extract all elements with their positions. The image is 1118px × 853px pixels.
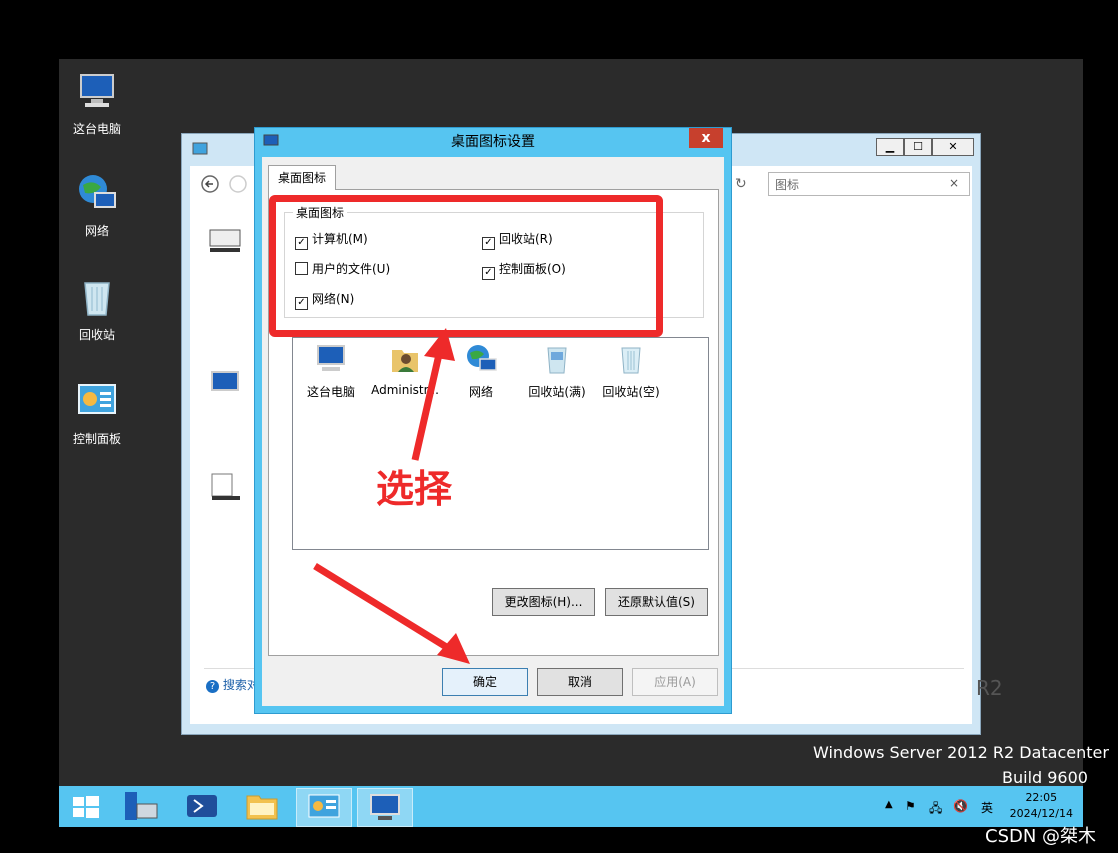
- taskbar-desktop-icon-settings[interactable]: [357, 788, 413, 827]
- recycle-bin-empty-icon: [621, 347, 641, 374]
- desktop-icon-recycle-bin[interactable]: 回收站: [65, 275, 129, 343]
- r2-text-fragment: R2: [976, 676, 1003, 700]
- recycle-bin-full-icon: [547, 347, 567, 374]
- taskbar-powershell[interactable]: [175, 788, 229, 825]
- search-placeholder: 图标: [775, 178, 800, 192]
- list-item-recycle-bin-full[interactable]: 回收站(满): [519, 342, 595, 400]
- help-icon: ?: [206, 680, 219, 693]
- minimize-button[interactable]: ▁: [876, 138, 904, 156]
- taskbar-file-explorer[interactable]: [235, 788, 289, 825]
- task-list-icon: [211, 473, 240, 500]
- search-clear-icon[interactable]: ×: [949, 176, 959, 190]
- clock-date: 2024/12/14: [1009, 807, 1073, 820]
- back-arrow-icon[interactable]: [200, 174, 220, 194]
- tab-desktop-icons[interactable]: 桌面图标: [268, 165, 336, 190]
- user-folder-icon: [392, 350, 418, 372]
- server-manager-icon: [125, 792, 158, 820]
- volume-muted-icon[interactable]: 🔇: [953, 799, 968, 813]
- change-icon-button[interactable]: 更改图标(H)...: [492, 588, 595, 616]
- network-tray-icon[interactable]: 🖧: [929, 799, 942, 820]
- csdn-watermark: CSDN @桀木: [985, 826, 1097, 847]
- os-watermark-build: Build 9600: [1002, 768, 1088, 787]
- list-item-user-files[interactable]: Administr...: [367, 342, 443, 397]
- list-item-recycle-bin-empty[interactable]: 回收站(空): [593, 342, 669, 400]
- desktop-icon-network[interactable]: 网络: [65, 171, 129, 239]
- network-icon: [79, 175, 116, 208]
- icon-list-view[interactable]: 这台电脑 Administr... 网络 回收站(满) 回收站(空): [292, 337, 709, 550]
- forward-arrow-icon[interactable]: [228, 174, 248, 194]
- ime-indicator[interactable]: 英: [981, 799, 993, 816]
- cancel-button[interactable]: 取消: [537, 668, 623, 696]
- list-item-this-pc[interactable]: 这台电脑: [293, 342, 369, 400]
- desktop-icon-this-pc[interactable]: 这台电脑: [65, 69, 129, 137]
- ok-button[interactable]: 确定: [442, 668, 528, 696]
- desktop-icon-control-panel[interactable]: 控制面板: [65, 379, 129, 447]
- window-app-icon: [192, 142, 208, 155]
- clock-time: 22:05: [1025, 791, 1058, 804]
- taskbar: ▲ ⚑ 🖧 🔇 英 22:05 2024/12/14: [59, 786, 1083, 827]
- refresh-icon[interactable]: ↻: [735, 176, 747, 192]
- help-link[interactable]: ? 搜索对: [206, 676, 259, 693]
- computer-icon: [317, 345, 345, 371]
- control-panel-icon: [308, 794, 340, 818]
- system-clock[interactable]: 22:05 2024/12/14: [1010, 790, 1073, 822]
- powershell-icon: [187, 795, 217, 817]
- tray-overflow-icon[interactable]: ▲: [885, 799, 893, 810]
- desktop-icon-label: 控制面板: [72, 432, 121, 446]
- computer-icon: [80, 74, 114, 107]
- annotation-highlight-box: [269, 195, 663, 337]
- network-icon: [467, 345, 497, 371]
- restore-default-button[interactable]: 还原默认值(S): [605, 588, 708, 616]
- start-button[interactable]: [59, 788, 113, 825]
- action-center-flag-icon[interactable]: ⚑: [905, 799, 916, 813]
- taskbar-server-manager[interactable]: [115, 788, 169, 825]
- dialog-title: 桌面图标设置: [451, 134, 535, 150]
- list-item-network[interactable]: 网络: [443, 342, 519, 400]
- display-icon: [370, 794, 400, 820]
- recycle-bin-icon: [84, 282, 110, 316]
- display-settings-icon: [209, 229, 241, 252]
- folder-icon: [246, 795, 278, 820]
- os-watermark-edition: Windows Server 2012 R2 Datacenter: [813, 743, 1109, 762]
- window-close-button[interactable]: ✕: [932, 138, 974, 156]
- desktop-icon-label: 这台电脑: [72, 122, 121, 136]
- desktop-icon-label: 回收站: [78, 328, 115, 342]
- desktop-icon-label: 网络: [84, 224, 109, 238]
- windows-logo-icon: [73, 796, 99, 818]
- apply-button[interactable]: 应用(A): [632, 668, 718, 696]
- control-panel-icon: [78, 384, 116, 414]
- taskbar-control-panel[interactable]: [296, 788, 352, 827]
- annotation-text: 选择: [376, 467, 453, 511]
- maximize-button[interactable]: ☐: [904, 138, 932, 156]
- dialog-close-button[interactable]: x: [689, 128, 723, 148]
- search-input[interactable]: 图标 ×: [768, 172, 970, 196]
- personalization-icon: [211, 371, 239, 391]
